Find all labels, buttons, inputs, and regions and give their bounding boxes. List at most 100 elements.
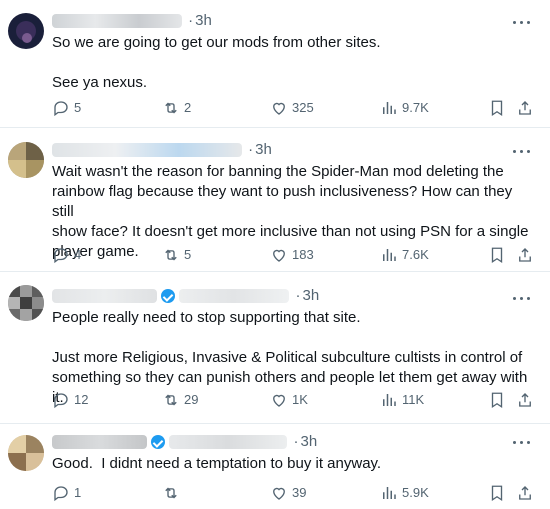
post-header: · 3h [52,432,317,452]
verified-badge-icon [161,289,176,304]
reply-button[interactable]: 4 [52,245,81,265]
avatar[interactable] [8,142,44,178]
share-button[interactable] [516,483,538,503]
post-1[interactable]: · 3h So we are going to get our mods from… [0,0,550,128]
post-4[interactable]: · 3h Good. I didnt need a temptation to b… [0,424,550,509]
timestamp[interactable]: 3h [255,141,272,158]
share-button[interactable] [516,245,538,265]
share-icon [519,101,531,115]
share-button[interactable] [516,390,538,410]
views-icon [383,487,396,499]
more-options-button[interactable] [512,432,532,452]
avatar[interactable] [8,13,44,49]
views-count: 9.7K [402,100,429,115]
separator: · [188,12,194,30]
reply-icon [54,486,68,502]
paragraph-break [52,328,530,348]
reply-count: 1 [74,485,82,500]
bookmark-icon [491,485,503,502]
views-count: 5.9K [402,485,429,500]
like-button[interactable]: 1K [270,390,308,410]
more-options-button[interactable] [512,288,532,308]
reply-icon [54,101,68,117]
separator: · [248,141,254,159]
post-text-line: People really need to stop supporting th… [52,309,361,326]
action-bar: 4 5 183 7.6K [52,245,532,265]
bookmark-button[interactable] [488,390,510,410]
views-icon [383,394,396,406]
share-icon [519,486,531,500]
bookmark-button[interactable] [488,98,510,118]
action-bar: 1 39 5.9K [52,483,532,503]
views-button[interactable]: 5.9K [380,483,429,503]
like-icon [273,249,285,262]
avatar[interactable] [8,435,44,471]
post-text-line: Good. I didnt need a temptation to buy i… [52,455,382,472]
post-text: Good. I didnt need a temptation to buy i… [52,454,530,474]
action-bar: 5 2 325 9.7K [52,98,532,118]
repost-icon [165,102,177,114]
more-options-button[interactable] [512,12,532,32]
views-count: 11K [402,392,425,407]
verified-badge-icon [151,435,166,450]
views-count: 7.6K [402,247,429,262]
repost-count: 29 [184,392,199,407]
repost-button[interactable]: 29 [162,390,198,410]
views-icon [383,102,396,114]
bookmark-icon [491,100,503,117]
reply-count: 4 [74,247,82,262]
bookmark-button[interactable] [488,245,510,265]
timestamp[interactable]: 3h [195,12,212,29]
post-text-line: See ya nexus. [52,74,148,91]
like-icon [273,394,285,407]
like-button[interactable]: 325 [270,98,314,118]
views-button[interactable]: 9.7K [380,98,429,118]
post-text-line: So we are going to get our mods from oth… [52,34,381,51]
views-icon [383,249,396,261]
post-header: · 3h [52,140,272,160]
display-name-redacted[interactable] [52,143,242,158]
views-button[interactable]: 11K [380,390,424,410]
views-button[interactable]: 7.6K [380,245,429,265]
repost-button[interactable] [162,483,184,503]
post-text-line: Just more Religious, Invasive & Politica… [52,349,523,366]
repost-button[interactable]: 2 [162,98,191,118]
bookmark-button[interactable] [488,483,510,503]
handle-redacted[interactable] [179,289,290,304]
reply-icon [54,248,68,264]
timestamp[interactable]: 3h [301,433,318,450]
reply-button[interactable]: 12 [52,390,88,410]
reply-count: 5 [74,100,82,115]
repost-button[interactable]: 5 [162,245,191,265]
reply-button[interactable]: 1 [52,483,81,503]
like-icon [273,487,285,500]
paragraph-break [52,53,530,73]
avatar[interactable] [8,285,44,321]
post-2[interactable]: · 3h Wait wasn't the reason for banning t… [0,128,550,272]
like-button[interactable]: 183 [270,245,314,265]
share-button[interactable] [516,98,538,118]
like-count: 183 [292,247,314,262]
action-bar: 12 29 1K 11K [52,390,532,410]
post-header: · 3h [52,11,212,31]
more-options-button[interactable] [512,141,532,161]
repost-count: 5 [184,247,192,262]
post-text-line: show face? It doesn't get more inclusive… [52,223,529,240]
post-text-line: rainbow flag because they want to push i… [52,183,513,220]
separator: · [295,287,301,305]
repost-icon [165,249,177,261]
repost-icon [165,394,177,406]
reply-button[interactable]: 5 [52,98,81,118]
display-name-redacted[interactable] [52,14,182,29]
display-name-redacted[interactable] [52,435,147,450]
reply-count: 12 [74,392,89,407]
timestamp[interactable]: 3h [303,287,320,304]
display-name-redacted[interactable] [52,289,157,304]
like-icon [273,102,285,115]
like-count: 1K [292,392,308,407]
like-count: 39 [292,485,307,500]
handle-redacted[interactable] [169,435,288,450]
like-button[interactable]: 39 [270,483,306,503]
post-3[interactable]: · 3h People really need to stop supportin… [0,272,550,424]
share-icon [519,248,531,262]
